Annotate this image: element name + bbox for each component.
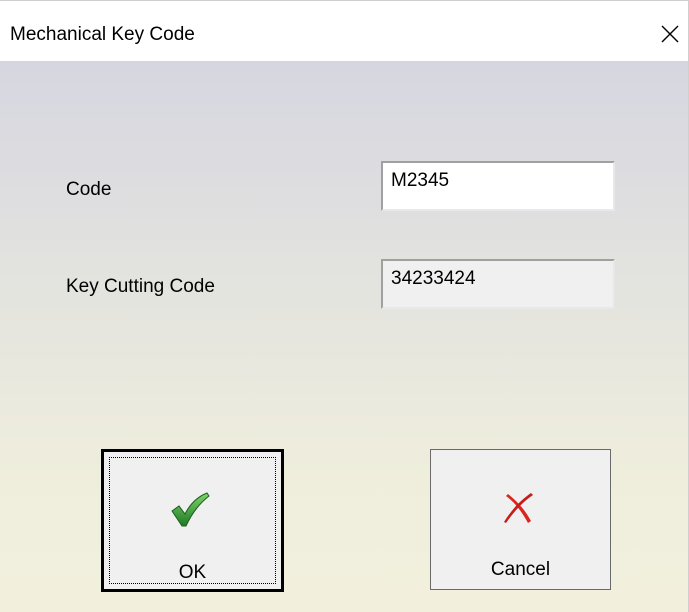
- cancel-label: Cancel: [490, 559, 551, 580]
- title-bar[interactable]: Mechanical Key Code: [0, 1, 688, 61]
- close-icon: [661, 25, 679, 43]
- checkmark-icon: [171, 492, 210, 527]
- dialog-window: Mechanical Key Code Code M2345 Key Cutti…: [0, 0, 689, 612]
- cross-icon: [504, 493, 533, 523]
- key-cutting-code-field: 34233424: [381, 259, 615, 309]
- close-button[interactable]: [645, 13, 688, 57]
- code-label: Code: [66, 179, 112, 200]
- dialog-body: Code M2345 Key Cutting Code 34233424 OK: [0, 61, 688, 612]
- code-input[interactable]: M2345: [381, 161, 615, 211]
- window-title: Mechanical Key Code: [10, 24, 195, 45]
- cancel-button[interactable]: Cancel: [430, 449, 611, 590]
- key-cutting-code-label: Key Cutting Code: [66, 276, 215, 297]
- ok-label: OK: [178, 562, 207, 583]
- ok-button[interactable]: OK: [101, 449, 284, 592]
